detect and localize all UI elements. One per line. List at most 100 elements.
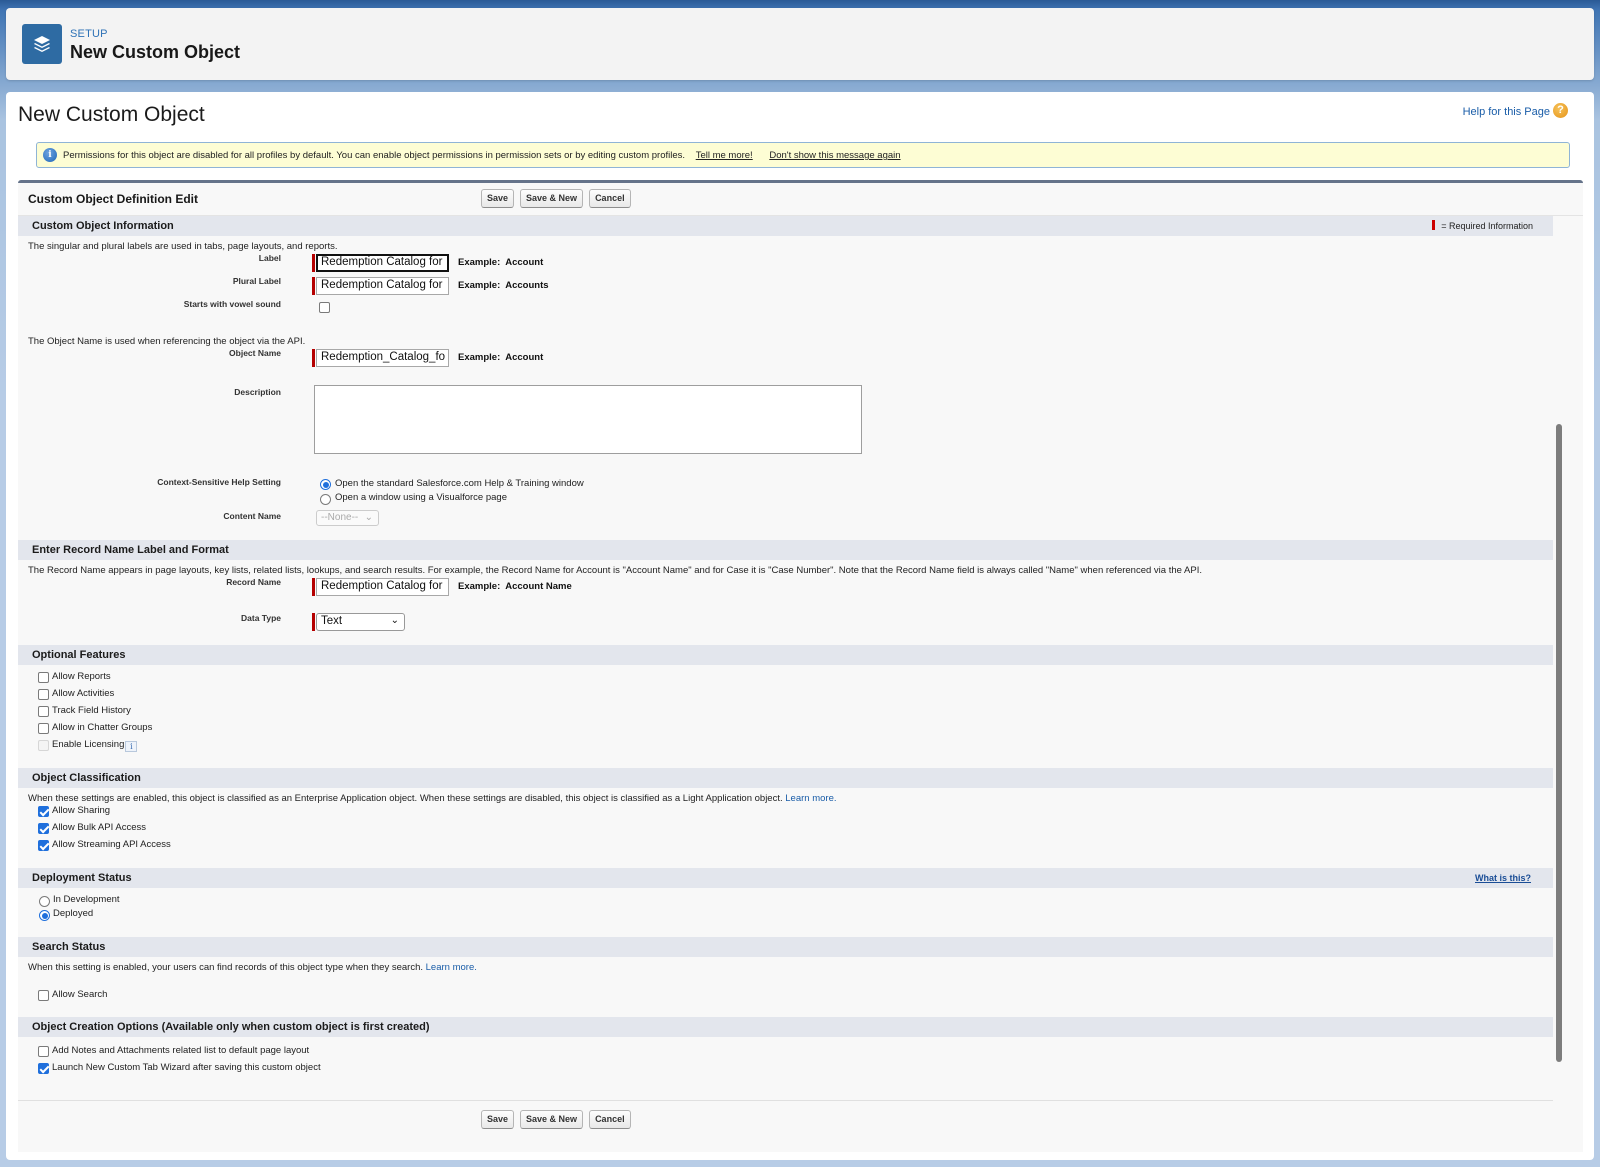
section-search-status: Search Status (18, 937, 1553, 957)
classification-learn-more-link[interactable]: Learn more. (785, 793, 836, 804)
data-type-select[interactable]: Text ⌄ (316, 613, 405, 631)
required-marker-icon (1432, 220, 1436, 230)
allow-activities-label: Allow Activities (52, 688, 115, 699)
record-name-label: Record Name (226, 577, 281, 587)
record-name-example: Example: Account Name (458, 581, 572, 592)
info-icon[interactable]: i (125, 741, 138, 752)
help-for-page-link[interactable]: Help for this Page (1463, 106, 1550, 118)
vowel-sound-label: Starts with vowel sound (183, 299, 281, 309)
add-notes-attachments-checkbox[interactable] (38, 1046, 49, 1057)
deployed-label: Deployed (53, 908, 94, 919)
bottom-button-group: Save Save & New Cancel (481, 1110, 631, 1129)
launch-tab-wizard-checkbox[interactable] (38, 1063, 49, 1074)
help-standard-radio[interactable] (320, 479, 331, 490)
section-object-creation-options: Object Creation Options (Available only … (18, 1017, 1553, 1037)
help-icon[interactable]: ? (1553, 103, 1568, 118)
required-indicator (312, 254, 315, 272)
launch-tab-wizard-label: Launch New Custom Tab Wizard after savin… (52, 1062, 321, 1073)
required-indicator (312, 613, 315, 631)
allow-sharing-label: Allow Sharing (52, 805, 111, 816)
info-message-text: Permissions for this object are disabled… (63, 150, 686, 161)
allow-chatter-groups-label: Allow in Chatter Groups (52, 722, 153, 733)
label-field-label: Label (258, 253, 281, 263)
add-notes-attachments-label: Add Notes and Attachments related list t… (52, 1045, 310, 1056)
top-button-group: Save Save & New Cancel (481, 189, 631, 208)
allow-activities-checkbox[interactable] (38, 689, 49, 700)
search-learn-more-link[interactable]: Learn more. (426, 962, 477, 973)
data-type-label: Data Type (241, 613, 281, 623)
plural-label-field-label: Plural Label (232, 276, 281, 286)
breadcrumb-setup[interactable]: SETUP (70, 28, 108, 40)
required-indicator (312, 578, 315, 596)
content-name-label: Content Name (223, 511, 281, 521)
vowel-sound-checkbox[interactable] (319, 302, 330, 313)
section-record-name: Enter Record Name Label and Format (18, 540, 1553, 560)
allow-chatter-groups-checkbox[interactable] (38, 723, 49, 734)
dont-show-again-link[interactable]: Don't show this message again (769, 150, 900, 161)
labels-description: The singular and plural labels are used … (28, 241, 338, 252)
object-name-input[interactable]: Redemption_Catalog_fo (316, 349, 449, 367)
plural-label-input[interactable]: Redemption Catalog for (316, 277, 449, 295)
save-and-new-button[interactable]: Save & New (520, 189, 584, 208)
allow-bulk-api-checkbox[interactable] (38, 823, 49, 834)
record-name-input[interactable]: Redemption Catalog for (316, 578, 449, 596)
record-name-description: The Record Name appears in page layouts,… (28, 565, 1202, 576)
chevron-down-icon: ⌄ (364, 512, 373, 523)
main-content: New Custom Object Help for this Page ? i… (6, 92, 1594, 1160)
required-legend: = Required Information (1432, 220, 1533, 231)
setup-header: SETUP New Custom Object (6, 8, 1594, 80)
info-icon: i (43, 148, 57, 162)
vertical-scrollbar[interactable] (1556, 424, 1562, 1062)
section-custom-object-information: Custom Object Information = Required Inf… (18, 216, 1553, 236)
allow-streaming-api-label: Allow Streaming API Access (52, 839, 171, 850)
search-description: When this setting is enabled, your users… (28, 962, 477, 973)
help-setting-label: Context-Sensitive Help Setting (157, 477, 281, 487)
cancel-button-bottom[interactable]: Cancel (589, 1110, 631, 1129)
description-textarea[interactable] (314, 385, 862, 454)
save-button-bottom[interactable]: Save (481, 1110, 515, 1129)
header-title: New Custom Object (70, 42, 241, 62)
help-standard-option-label: Open the standard Salesforce.com Help & … (335, 478, 584, 489)
allow-search-checkbox[interactable] (38, 990, 49, 1001)
save-and-new-button-bottom[interactable]: Save & New (520, 1110, 584, 1129)
track-field-history-label: Track Field History (52, 705, 131, 716)
layers-icon (22, 24, 62, 64)
allow-reports-checkbox[interactable] (38, 672, 49, 683)
description-label: Description (234, 387, 281, 397)
section-optional-features: Optional Features (18, 645, 1553, 665)
allow-search-label: Allow Search (52, 989, 108, 1000)
enable-licensing-checkbox (38, 740, 49, 751)
object-name-label: Object Name (229, 348, 281, 358)
allow-reports-label: Allow Reports (52, 671, 111, 682)
allow-bulk-api-label: Allow Bulk API Access (52, 822, 146, 833)
allow-sharing-checkbox[interactable] (38, 806, 49, 817)
help-visualforce-option-label: Open a window using a Visualforce page (335, 492, 507, 503)
object-name-example: Example: Account (458, 352, 544, 363)
chevron-down-icon: ⌄ (390, 615, 399, 626)
section-object-classification: Object Classification (18, 768, 1553, 788)
help-visualforce-radio[interactable] (320, 494, 331, 505)
enable-licensing-label: Enable Licensing i (52, 739, 138, 752)
form-title: Custom Object Definition Edit (28, 192, 198, 206)
content-name-select[interactable]: --None-- ⌄ (316, 510, 379, 526)
in-development-radio[interactable] (39, 896, 50, 907)
custom-object-form: Custom Object Definition Edit Save Save … (18, 180, 1583, 1152)
form-footer: Save Save & New Cancel (18, 1100, 1553, 1140)
allow-streaming-api-checkbox[interactable] (38, 840, 49, 851)
cancel-button[interactable]: Cancel (589, 189, 631, 208)
track-field-history-checkbox[interactable] (38, 706, 49, 717)
required-indicator (312, 349, 315, 367)
page-title: New Custom Object (18, 103, 205, 126)
what-is-this-link[interactable]: What is this? (1475, 873, 1531, 883)
classification-description: When these settings are enabled, this ob… (28, 793, 837, 804)
plural-label-example: Example: Accounts (458, 280, 549, 291)
deployed-radio[interactable] (39, 910, 50, 921)
form-header: Custom Object Definition Edit Save Save … (18, 183, 1583, 216)
save-button[interactable]: Save (481, 189, 515, 208)
tell-me-more-link[interactable]: Tell me more! (696, 150, 753, 161)
required-indicator (312, 277, 315, 295)
label-input[interactable]: Redemption Catalog for (316, 254, 449, 272)
info-message: i Permissions for this object are disabl… (36, 142, 1570, 168)
section-deployment-status: Deployment Status What is this? (18, 868, 1553, 888)
label-example: Example: Account (458, 257, 544, 268)
